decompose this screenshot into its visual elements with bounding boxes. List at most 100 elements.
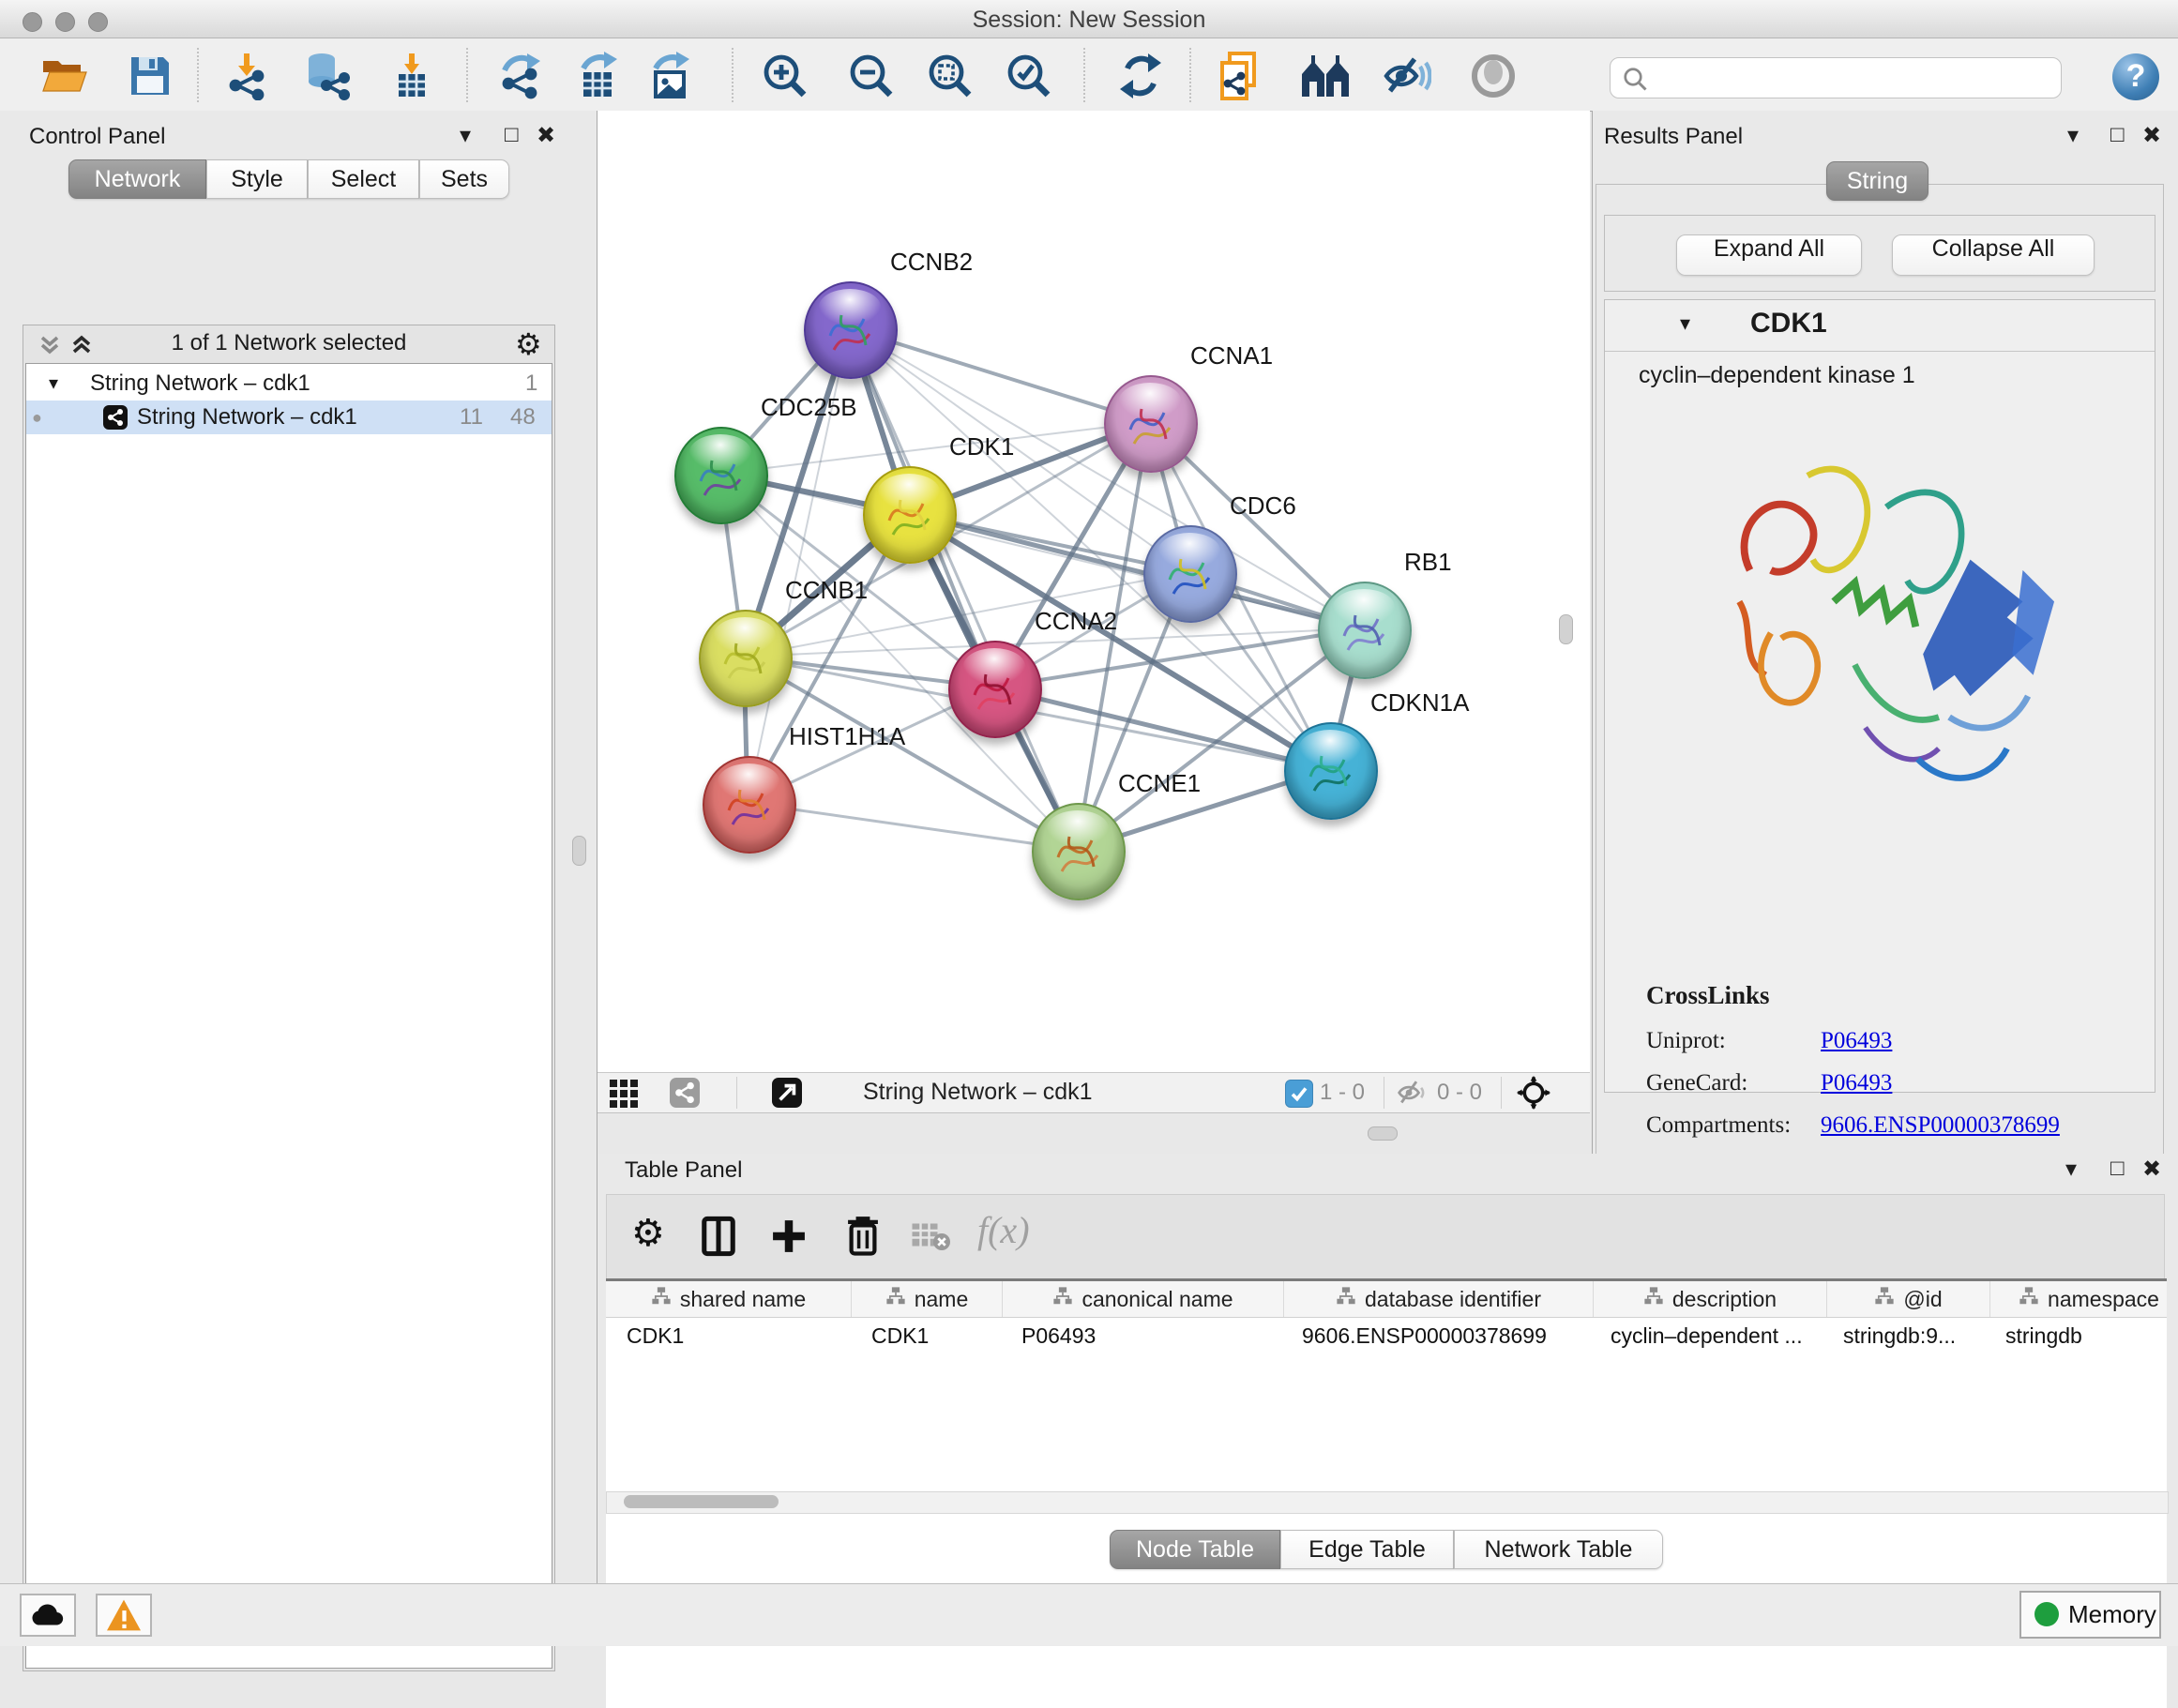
tab-select[interactable]: Select — [308, 159, 419, 199]
main-toolbar: ? — [0, 38, 2178, 112]
refresh-icon[interactable] — [1116, 52, 1165, 100]
expand-all-button[interactable]: Expand All — [1676, 234, 1862, 276]
column-header-canonical-name[interactable]: canonical name — [1003, 1281, 1284, 1317]
warning-status-icon[interactable] — [96, 1594, 152, 1637]
network-row-selected[interactable]: ● String Network – cdk1 11 48 — [26, 401, 552, 434]
panel-float-icon[interactable]: □ — [2110, 122, 2125, 148]
table-data-row[interactable]: CDK1CDK1P064939606.ENSP00000378699cyclin… — [606, 1318, 2167, 1353]
grid-view-icon[interactable] — [610, 1080, 638, 1108]
network-edge[interactable] — [748, 803, 1077, 850]
panel-float-icon[interactable]: □ — [505, 122, 519, 148]
search-input[interactable] — [1654, 61, 2051, 93]
table-horizontal-scrollbar[interactable] — [606, 1491, 2169, 1514]
graph-node-CCNA1[interactable] — [1104, 375, 1198, 473]
crosslink-link[interactable]: P06493 — [1821, 1070, 1892, 1096]
table-cell[interactable]: cyclin–dependent ... — [1590, 1318, 1823, 1353]
graph-node-CCNA2[interactable] — [948, 641, 1042, 738]
collapse-all-button[interactable]: Collapse All — [1892, 234, 2095, 276]
network-type-share-icon[interactable] — [670, 1078, 700, 1108]
first-neighbors-icon[interactable] — [1298, 52, 1347, 100]
tree-expand-icon[interactable]: ▾ — [49, 367, 58, 401]
birdseye-view-icon[interactable] — [772, 1078, 802, 1108]
network-edge[interactable] — [908, 513, 1363, 628]
graph-node-CCNB1[interactable] — [699, 610, 793, 707]
column-header-shared-name[interactable]: shared name — [606, 1281, 852, 1317]
zoom-selected-icon[interactable] — [1005, 52, 1053, 100]
panel-collapse-icon[interactable]: ▾ — [2065, 1156, 2077, 1183]
column-header-description[interactable]: description — [1594, 1281, 1827, 1317]
save-session-icon[interactable] — [126, 52, 174, 100]
import-network-from-database-icon[interactable] — [301, 52, 350, 100]
tab-network[interactable]: Network — [68, 159, 206, 199]
column-header-database-identifier[interactable]: database identifier — [1284, 1281, 1594, 1317]
graph-node-RB1[interactable] — [1318, 582, 1412, 679]
horizontal-splitter-handle[interactable] — [1368, 1126, 1398, 1141]
hide-selected-icon[interactable] — [1383, 52, 1431, 100]
right-splitter-handle[interactable] — [1559, 614, 1573, 644]
graph-node-CDC25B[interactable] — [674, 427, 768, 524]
table-cell[interactable]: stringdb — [1985, 1318, 2167, 1353]
table-cell[interactable]: stringdb:9... — [1823, 1318, 1985, 1353]
table-cell[interactable]: P06493 — [1001, 1318, 1281, 1353]
import-network-icon[interactable] — [222, 52, 271, 100]
table-cell[interactable]: 9606.ENSP00000378699 — [1281, 1318, 1590, 1353]
table-cell[interactable]: CDK1 — [851, 1318, 1001, 1353]
column-header-name[interactable]: name — [852, 1281, 1003, 1317]
tab-network-table[interactable]: Network Table — [1454, 1530, 1663, 1569]
fit-selected-crosshair-icon[interactable] — [1517, 1076, 1550, 1114]
import-table-icon[interactable] — [387, 52, 436, 100]
panel-close-icon[interactable]: ✖ — [537, 122, 555, 149]
panel-collapse-icon[interactable]: ▾ — [460, 122, 471, 149]
graph-node-CCNB2[interactable] — [804, 281, 898, 379]
show-columns-icon[interactable] — [698, 1216, 739, 1262]
panel-collapse-icon[interactable]: ▾ — [2067, 122, 2079, 149]
hidden-eye-icon[interactable] — [1397, 1079, 1429, 1111]
graph-node-CDK1[interactable] — [863, 466, 957, 564]
export-network-icon[interactable] — [495, 52, 544, 100]
memory-button[interactable]: Memory — [2019, 1591, 2161, 1639]
network-collection-row[interactable]: ▾ String Network – cdk1 1 — [26, 367, 552, 401]
cloud-status-icon[interactable] — [20, 1594, 76, 1637]
crosslink-link[interactable]: 9606.ENSP00000378699 — [1821, 1112, 2060, 1138]
zoom-in-icon[interactable] — [761, 52, 809, 100]
tab-edge-table[interactable]: Edge Table — [1280, 1530, 1454, 1569]
tab-node-table[interactable]: Node Table — [1110, 1530, 1280, 1569]
export-table-icon[interactable] — [574, 52, 623, 100]
tab-string[interactable]: String — [1826, 161, 1928, 201]
export-image-icon[interactable] — [646, 52, 695, 100]
panel-float-icon[interactable]: □ — [2110, 1156, 2125, 1182]
network-options-gear-icon[interactable]: ⚙ — [515, 326, 542, 362]
panel-close-icon[interactable]: ✖ — [2142, 1156, 2161, 1183]
gene-section-header[interactable]: ▾ CDK1 — [1605, 300, 2155, 352]
graph-node-CDKN1A[interactable] — [1284, 722, 1378, 820]
clone-network-icon[interactable] — [1218, 52, 1267, 100]
crosslink-link[interactable]: P06493 — [1821, 1028, 1892, 1053]
tab-sets[interactable]: Sets — [419, 159, 509, 199]
create-column-icon[interactable] — [768, 1216, 809, 1262]
function-builder-icon[interactable]: f(x) — [977, 1208, 1030, 1252]
delete-column-trash-icon[interactable] — [842, 1214, 884, 1262]
selected-checkbox-icon[interactable] — [1285, 1080, 1313, 1108]
zoom-fit-icon[interactable] — [926, 52, 975, 100]
panel-close-icon[interactable]: ✖ — [2142, 122, 2161, 149]
help-icon[interactable]: ? — [2112, 53, 2159, 100]
table-cell[interactable]: CDK1 — [606, 1318, 851, 1353]
column-header-namespace[interactable]: namespace — [1990, 1281, 2167, 1317]
left-splitter-handle[interactable] — [572, 836, 586, 866]
open-session-icon[interactable] — [39, 52, 88, 100]
delete-table-icon[interactable] — [911, 1220, 950, 1257]
graph-node-CDC6[interactable] — [1143, 525, 1237, 623]
column-header--id[interactable]: @id — [1827, 1281, 1990, 1317]
table-options-gear-icon[interactable]: ⚙ — [631, 1212, 665, 1255]
network-edge[interactable] — [849, 328, 1077, 850]
graphics-detail-icon[interactable] — [1469, 52, 1518, 100]
section-collapse-icon[interactable]: ▾ — [1680, 311, 1690, 336]
graph-node-HIST1H1A[interactable] — [703, 756, 796, 854]
graph-node-CCNE1[interactable] — [1032, 803, 1126, 900]
tab-style[interactable]: Style — [206, 159, 308, 199]
control-panel-tabs: Network Style Select Sets — [68, 159, 509, 199]
zoom-out-icon[interactable] — [847, 52, 896, 100]
network-canvas[interactable]: CCNB2CCNA1CDC25BCDK1CDC6RB1CCNB1CCNA2CDK… — [597, 111, 1590, 1072]
control-panel-title: Control Panel — [29, 124, 165, 150]
scrollbar-thumb[interactable] — [624, 1495, 779, 1508]
